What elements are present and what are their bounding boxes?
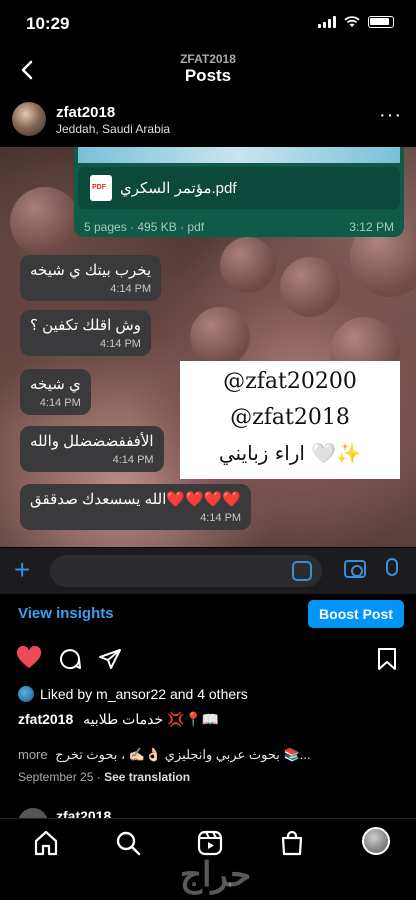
document-time: 3:12 PM xyxy=(349,220,394,234)
document-message: مؤتمر السكري.pdf 5 pages · 495 KB · pdf … xyxy=(74,147,404,237)
message-text: ي شيخه xyxy=(30,376,81,393)
caption-continued: more بحوث عربي وانجليزي 👌🏻✍🏻 ، بحوث تخرج… xyxy=(18,747,398,763)
chat-message: ي شيخه 4:14 PM xyxy=(20,369,91,415)
page-title: Posts xyxy=(184,66,232,85)
more-link[interactable]: more xyxy=(18,747,48,762)
message-text: وش اقلك تكفين ؟ xyxy=(30,317,141,334)
message-input xyxy=(50,555,322,587)
balloon xyxy=(190,307,250,367)
post-media[interactable]: مؤتمر السكري.pdf 5 pages · 495 KB · pdf … xyxy=(0,147,416,547)
caption-text: خدمات طلابيه 💢📍📖 xyxy=(83,711,220,727)
message-time: 4:14 PM xyxy=(100,338,141,350)
post-header: zfat2018 Jeddah, Saudi Arabia ··· xyxy=(0,100,416,144)
document-meta: 5 pages · 495 KB · pdf xyxy=(84,220,205,234)
profile-tab-avatar[interactable] xyxy=(362,827,390,855)
share-icon[interactable] xyxy=(98,647,122,671)
balloon xyxy=(220,237,276,293)
nav-header: ZFAT2018 Posts xyxy=(0,48,416,96)
home-icon[interactable] xyxy=(32,829,60,857)
plus-icon: + xyxy=(14,554,31,585)
post-meta: September 25 · See translation xyxy=(18,770,191,784)
chat-message: وش اقلك تكفين ؟ 4:14 PM xyxy=(20,310,151,356)
comment-icon[interactable] xyxy=(58,647,82,671)
insights-row: View insights Boost Post xyxy=(0,597,416,631)
message-text: يخرب بيتك ي شيخه xyxy=(30,262,152,279)
balloon xyxy=(10,187,80,257)
search-icon[interactable] xyxy=(114,829,142,857)
actions-row xyxy=(0,640,416,680)
status-time: 10:29 xyxy=(26,14,70,33)
message-time: 4:14 PM xyxy=(110,283,152,295)
message-time: 4:14 PM xyxy=(39,397,81,409)
liker-avatar xyxy=(18,686,34,702)
status-icons xyxy=(318,16,394,28)
handles-card: @zfat20200 @zfat2018 اراء زبايني 🤍✨ xyxy=(180,361,400,479)
handle-line-1: @zfat20200 xyxy=(223,369,357,394)
battery-icon xyxy=(368,16,394,28)
message-text: الله يسسعدك صدققق❤️❤️❤️❤️ xyxy=(30,491,242,508)
message-time: 4:14 PM xyxy=(200,512,242,524)
card-caption: اراء زبايني 🤍✨ xyxy=(218,441,362,465)
microphone-icon xyxy=(386,558,398,576)
post-caption: zfat2018 خدمات طلابيه 💢📍📖 xyxy=(18,711,398,728)
account-name: ZFAT2018 xyxy=(180,52,236,66)
document-preview xyxy=(78,147,400,163)
see-translation-link[interactable]: See translation xyxy=(104,770,190,784)
avatar[interactable] xyxy=(12,102,46,136)
document-name: مؤتمر السكري.pdf xyxy=(120,180,237,197)
more-options-button[interactable]: ··· xyxy=(379,105,402,125)
next-post-header: zfat2018 xyxy=(14,806,404,818)
bookmark-icon[interactable] xyxy=(376,647,398,671)
watermark-logo: حراج xyxy=(180,856,252,894)
post-location[interactable]: Jeddah, Saudi Arabia xyxy=(56,122,170,136)
message-time: 4:14 PM xyxy=(112,454,154,466)
likes-summary[interactable]: Liked by m_ansor22 and 4 others xyxy=(18,686,248,702)
pdf-icon xyxy=(90,175,112,201)
view-insights-link[interactable]: View insights xyxy=(18,605,114,622)
handle-line-2: @zfat2018 xyxy=(230,405,350,430)
shop-bag-icon[interactable] xyxy=(278,829,306,857)
document-card: مؤتمر السكري.pdf xyxy=(78,167,400,209)
caption-username[interactable]: zfat2018 xyxy=(18,711,73,727)
like-heart-icon[interactable] xyxy=(16,646,42,670)
camera-icon xyxy=(344,560,366,578)
chat-message: الله يسسعدك صدققق❤️❤️❤️❤️ 4:14 PM xyxy=(20,484,252,530)
avatar[interactable] xyxy=(18,808,48,818)
chat-message: الأفففضضضلل والله 4:14 PM xyxy=(20,426,164,472)
bottom-nav: حراج xyxy=(0,818,416,900)
reels-icon[interactable] xyxy=(196,829,224,857)
post-date: September 25 xyxy=(18,770,94,784)
compose-bar: + xyxy=(0,548,416,594)
caption-line-2: بحوث عربي وانجليزي 👌🏻✍🏻 ، بحوث تخرج 📚... xyxy=(55,747,311,762)
status-bar: 10:29 xyxy=(0,0,416,48)
next-post-username[interactable]: zfat2018 xyxy=(56,808,111,818)
balloon xyxy=(280,257,340,317)
wifi-icon xyxy=(344,16,360,27)
likes-text: Liked by m_ansor22 and 4 others xyxy=(40,686,248,702)
post-username[interactable]: zfat2018 xyxy=(56,104,115,121)
sticker-icon xyxy=(292,561,312,581)
chat-message: يخرب بيتك ي شيخه 4:14 PM xyxy=(20,255,162,301)
signal-icon xyxy=(318,16,336,28)
message-text: الأفففضضضلل والله xyxy=(30,433,154,450)
boost-post-button[interactable]: Boost Post xyxy=(308,600,404,628)
